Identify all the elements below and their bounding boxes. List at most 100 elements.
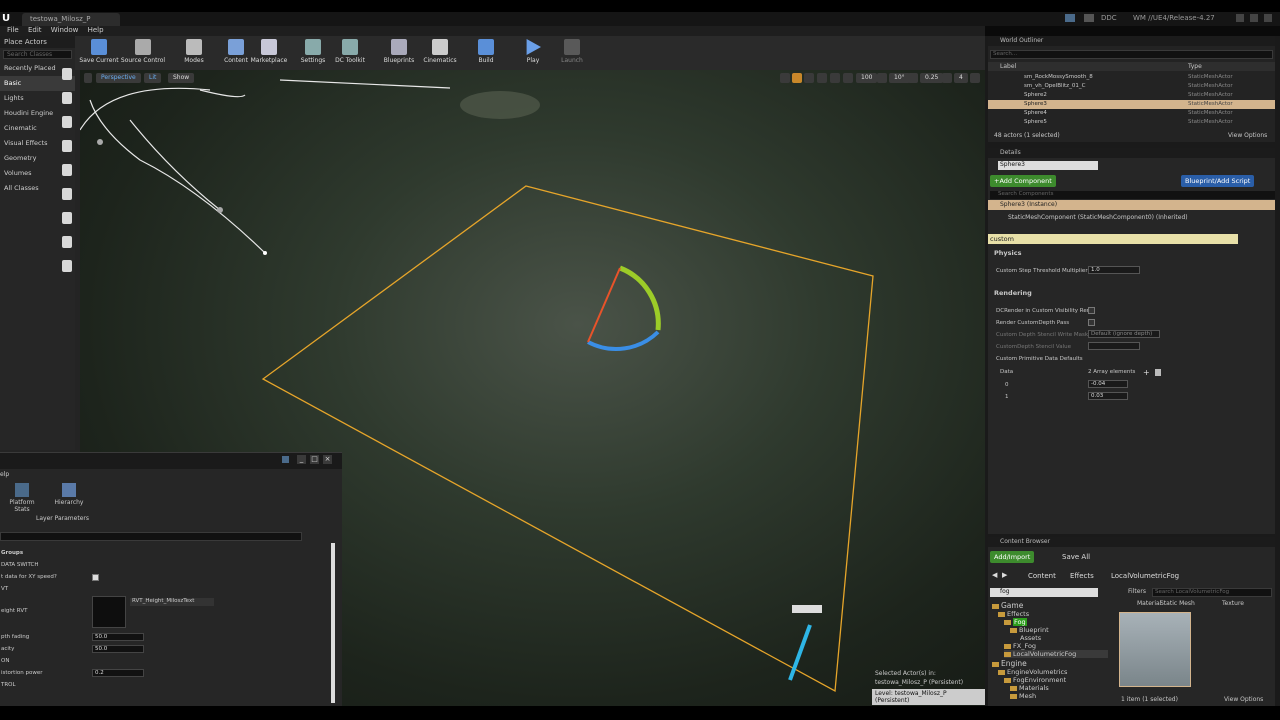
actor-icon[interactable] [62, 212, 72, 224]
outliner-row[interactable]: sm_RockMossySmooth_8 StaticMeshActor [988, 73, 1275, 82]
stencil-mask-dropdown[interactable]: Default (ignore depth) [1088, 330, 1160, 338]
instance-row[interactable]: Sphere3 (Instance) [988, 200, 1275, 210]
outliner-row[interactable]: Sphere2 StaticMeshActor [988, 91, 1275, 100]
outliner-search-input[interactable]: Search... [990, 50, 1273, 59]
search-classes-input[interactable]: Search Classes [3, 50, 72, 59]
tree-item-selected[interactable]: LocalVolumetricFog [1004, 650, 1108, 658]
search-components-input[interactable]: Search Components [990, 191, 1275, 199]
opacity-input[interactable]: 50.0 [92, 645, 144, 653]
launch-button[interactable]: Launch [549, 37, 595, 64]
outliner-view-options[interactable]: View Options [1228, 132, 1267, 139]
tree-item[interactable]: Assets [1020, 634, 1041, 642]
maximize-button[interactable]: □ [310, 455, 319, 464]
rvt-thumbnail[interactable] [92, 596, 126, 628]
actor-icon[interactable] [62, 116, 72, 128]
modes-button[interactable]: Modes [171, 37, 217, 64]
outliner-row-selected[interactable]: Sphere3 StaticMeshActor [988, 100, 1275, 109]
outliner-row[interactable]: Sphere5 StaticMeshActor [988, 118, 1275, 127]
asset-search-input[interactable]: Search LocalVolumetricFog [1152, 588, 1272, 597]
forward-icon[interactable]: ▶ [1002, 571, 1007, 579]
breadcrumb-effects[interactable]: Effects [1070, 572, 1094, 580]
tree-item[interactable]: Effects [998, 610, 1029, 618]
depth-fading-input[interactable]: 50.0 [92, 633, 144, 641]
blueprints-button[interactable]: Blueprints [376, 37, 422, 64]
rotate-gizmo-z[interactable] [587, 330, 660, 351]
custom-step-input[interactable]: 1.0 [1088, 266, 1140, 274]
actor-icon[interactable] [62, 260, 72, 272]
outliner-row[interactable]: Sphere4 StaticMeshActor [988, 109, 1275, 118]
element-0-input[interactable]: -0.04 [1088, 380, 1128, 388]
delete-elements-icon[interactable] [1155, 369, 1161, 376]
data-array-label[interactable]: Data [1000, 369, 1013, 375]
maximize-button[interactable] [1250, 14, 1258, 22]
xy-speed-checkbox[interactable] [92, 574, 99, 581]
save-current-button[interactable]: Save Current [76, 37, 122, 64]
dc-toolkit-button[interactable]: DC Toolkit [327, 37, 373, 64]
tree-item[interactable]: Engine [992, 659, 1027, 668]
col-label[interactable]: Label [1000, 63, 1016, 70]
stencil-value-input[interactable] [1088, 342, 1140, 350]
spline-point[interactable] [263, 251, 267, 255]
type-tab-material[interactable]: Material [1137, 600, 1161, 607]
add-component-button[interactable]: +Add Component [990, 175, 1056, 187]
render-visibility-checkbox[interactable] [1088, 307, 1095, 314]
platform-stats-button[interactable]: Platform Stats [2, 483, 42, 513]
col-type[interactable]: Type [1188, 63, 1202, 70]
add-import-button[interactable]: Add/Import [990, 551, 1035, 563]
breadcrumb-content[interactable]: Content [1028, 572, 1056, 580]
rvt-asset-picker[interactable]: RVT_Height_MiloszText [130, 598, 214, 606]
pin-icon[interactable] [282, 456, 289, 463]
menu-help[interactable]: Help [88, 26, 104, 34]
build-button[interactable]: Build [463, 37, 509, 64]
actor-icon[interactable] [62, 188, 72, 200]
type-tab-static-mesh[interactable]: Static Mesh [1160, 600, 1195, 607]
tree-item[interactable]: Blueprint [1010, 626, 1049, 634]
tree-item[interactable]: FX_Fog [1004, 642, 1036, 650]
spline-point[interactable] [217, 207, 223, 213]
selection-outline[interactable] [261, 185, 874, 693]
tree-item[interactable]: FogEnvironment [1004, 676, 1066, 684]
folder-search-input[interactable]: fog [990, 588, 1098, 597]
primitive-defaults-label[interactable]: Custom Primitive Data Defaults [996, 356, 1083, 362]
actor-name-input[interactable]: Sphere3 [998, 161, 1098, 170]
rotate-gizmo-y[interactable] [619, 265, 661, 331]
level-tab[interactable]: testowa_Milosz_P [22, 13, 120, 26]
menu-window[interactable]: Window [51, 26, 79, 34]
save-all-button[interactable]: Save All [1062, 553, 1090, 561]
scrollbar[interactable] [331, 543, 335, 703]
back-icon[interactable]: ◀ [992, 571, 997, 579]
outliner-row[interactable]: sm_vh_OpelBlitz_01_C StaticMeshActor [988, 82, 1275, 91]
source-control-button[interactable]: Source Control [120, 37, 166, 64]
render-depth-checkbox[interactable] [1088, 319, 1095, 326]
filters-button[interactable]: Filters [1128, 588, 1146, 595]
close-button[interactable]: × [323, 455, 332, 464]
distortion-power-input[interactable]: 0.2 [92, 669, 144, 677]
actor-icon[interactable] [62, 236, 72, 248]
blueprint-add-script-button[interactable]: Blueprint/Add Script [1181, 175, 1255, 187]
menu-file[interactable]: File [7, 26, 19, 34]
rendering-header[interactable]: Rendering [994, 289, 1032, 297]
layer-search-input[interactable] [0, 532, 302, 541]
actor-icon[interactable] [62, 164, 72, 176]
tree-item[interactable]: EngineVolumetrics [998, 668, 1067, 676]
tree-item[interactable]: Materials [1010, 684, 1049, 692]
minimize-button[interactable]: _ [297, 455, 306, 464]
source-control-status-icon[interactable] [1065, 14, 1075, 22]
add-element-icon[interactable]: + [1143, 368, 1150, 377]
cinematics-button[interactable]: Cinematics [417, 37, 463, 64]
tree-item[interactable]: Fog [1004, 618, 1027, 626]
notification-icon[interactable] [1084, 14, 1094, 22]
menu-edit[interactable]: Edit [28, 26, 42, 34]
spline-point[interactable] [97, 139, 103, 145]
layer-parameters-tab[interactable]: Layer Parameters [36, 515, 89, 522]
details-filter-input[interactable]: custom [988, 234, 1238, 244]
hierarchy-button[interactable]: Hierarchy [52, 483, 86, 506]
content-view-options[interactable]: View Options [1224, 696, 1263, 703]
actor-icon[interactable] [62, 92, 72, 104]
light-actor-icon[interactable] [792, 605, 822, 613]
physics-header[interactable]: Physics [994, 249, 1021, 257]
tree-item[interactable]: Game [992, 601, 1023, 610]
breadcrumb-localvolumetricfog[interactable]: LocalVolumetricFog [1111, 572, 1179, 580]
rotate-gizmo-x[interactable] [587, 267, 621, 343]
help-menu[interactable]: elp [0, 471, 9, 478]
